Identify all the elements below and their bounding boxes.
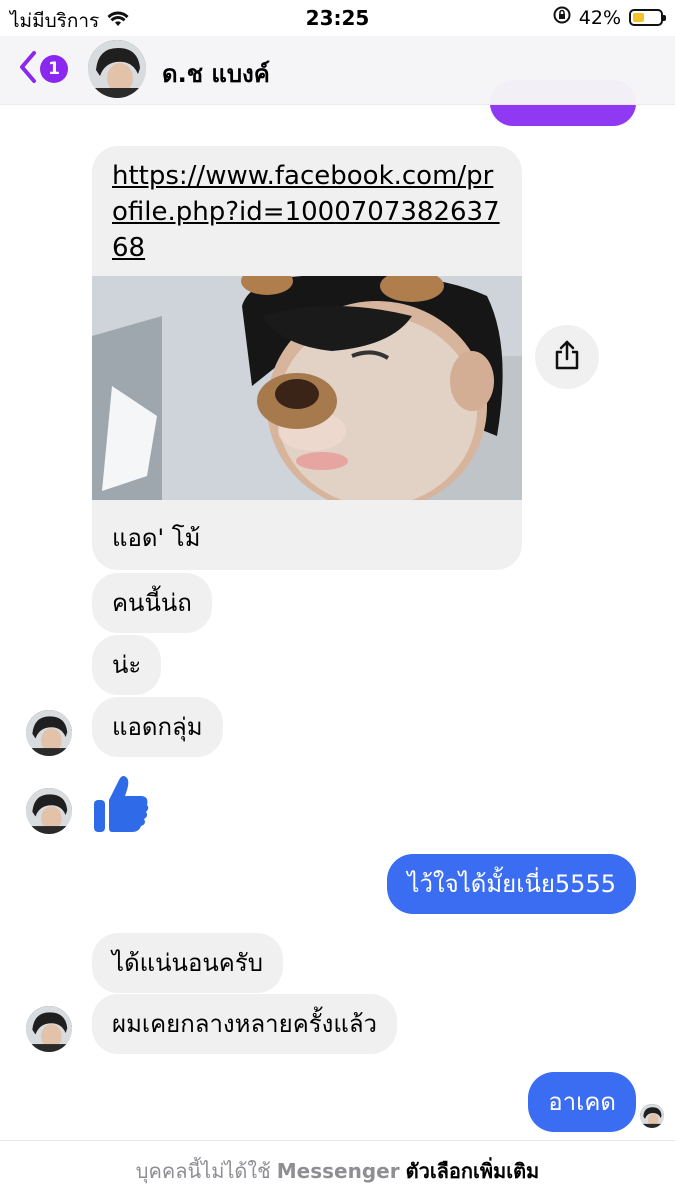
notice-text: บุคคลนี้ไม่ได้ใช้	[135, 1159, 271, 1183]
incoming-message[interactable]: ได้แน่นอนครับ	[92, 933, 283, 993]
link-caption: แอด' โม้	[112, 524, 201, 552]
chevron-left-icon	[18, 50, 38, 88]
share-icon	[553, 339, 581, 375]
rotation-lock-icon	[553, 6, 571, 29]
sender-avatar[interactable]	[26, 788, 72, 834]
messenger-label: Messenger	[276, 1159, 400, 1183]
profile-photo[interactable]	[92, 276, 522, 500]
incoming-message[interactable]: แอดกลุ่ม	[92, 697, 223, 757]
read-receipt-avatar	[640, 1104, 664, 1128]
unread-badge: 1	[40, 55, 68, 83]
status-bar: ไม่มีบริการ 23:25 42%	[0, 0, 675, 36]
link-preview-card[interactable]: https://www.facebook.com/profile.php?id=…	[92, 146, 522, 570]
contact-avatar[interactable]	[88, 40, 146, 98]
more-options-link[interactable]: ตัวเลือกเพิ่มเติม	[406, 1155, 540, 1187]
battery-icon	[629, 9, 666, 26]
sender-avatar[interactable]	[26, 710, 72, 756]
incoming-message[interactable]: ผมเคยกลางหลายครั้งแล้ว	[92, 994, 398, 1054]
sender-avatar[interactable]	[26, 1006, 72, 1052]
profile-link[interactable]: https://www.facebook.com/profile.php?id=…	[112, 158, 502, 266]
chat-header: 1 ด.ช แบงค์	[0, 36, 675, 105]
back-button[interactable]: 1	[18, 50, 68, 88]
incoming-message[interactable]: คนนี้น่ถ	[92, 573, 212, 633]
outgoing-message[interactable]: อาเคด	[528, 1072, 636, 1132]
battery-percent: 42%	[578, 6, 621, 29]
share-button[interactable]	[535, 325, 599, 389]
composer-notice: บุคคลนี้ไม่ได้ใช้ Messenger ตัวเลือกเพิ่…	[0, 1140, 675, 1201]
incoming-message[interactable]: น่ะ	[92, 635, 162, 695]
contact-name[interactable]: ด.ช แบงค์	[162, 54, 270, 93]
thumbs-up-icon[interactable]	[92, 774, 150, 838]
outgoing-message[interactable]: ไว้ใจได้มั้ยเนี่ย5555	[387, 854, 636, 914]
